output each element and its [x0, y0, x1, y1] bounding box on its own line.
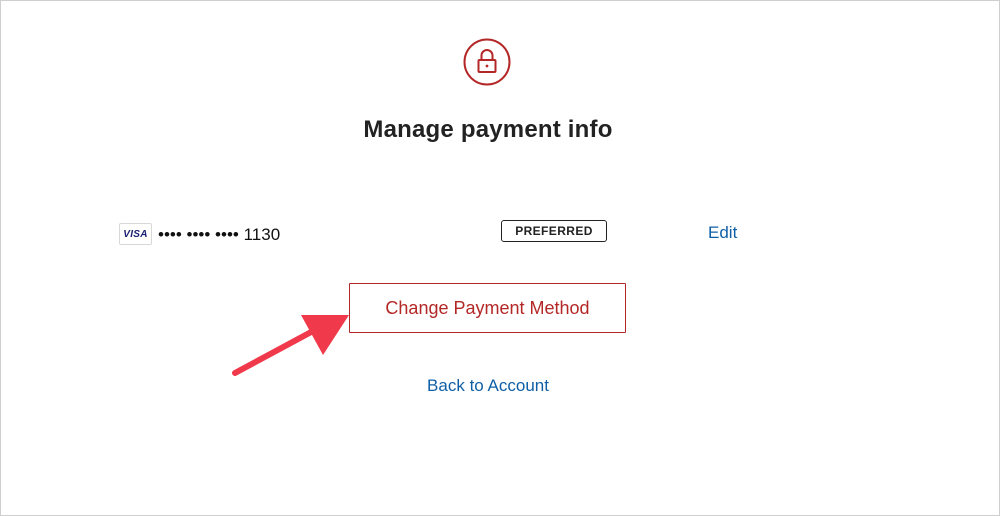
edit-payment-link[interactable]: Edit: [708, 223, 737, 243]
preferred-badge: PREFERRED: [501, 220, 607, 242]
masked-card-number: •••• •••• •••• 1130: [158, 225, 281, 244]
change-payment-method-button[interactable]: Change Payment Method: [349, 283, 626, 333]
lock-icon: [463, 38, 511, 86]
page-title: Manage payment info: [363, 116, 613, 143]
visa-card-icon: VISA: [119, 223, 152, 245]
page-frame: Manage payment info VISA •••• •••• •••• …: [0, 0, 1000, 516]
back-to-account-link[interactable]: Back to Account: [1, 376, 975, 396]
payment-method-row: VISA •••• •••• •••• 1130 PREFERRED Edit: [119, 219, 759, 249]
arrow-pointer-icon: [232, 315, 349, 376]
